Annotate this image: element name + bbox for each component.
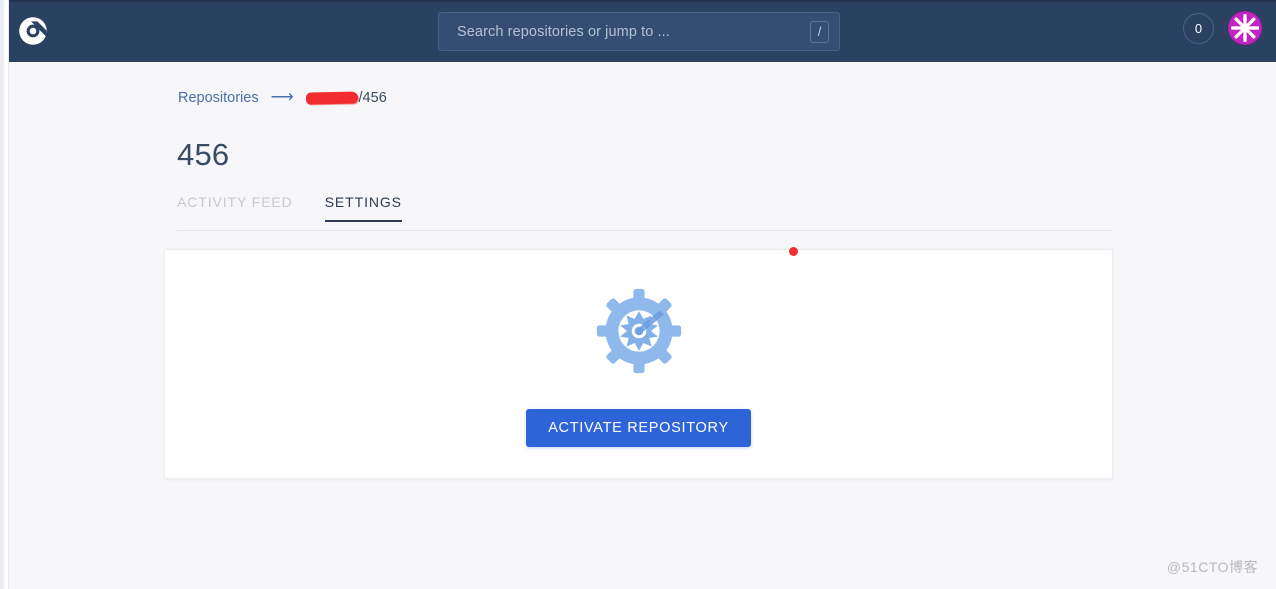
search-box[interactable]: / [438, 12, 840, 51]
redaction-mark [305, 91, 358, 105]
breadcrumb-arrow-icon: ⟶ [270, 89, 294, 106]
window-left-edge [0, 0, 9, 589]
tab-bar: ACTIVITY FEED SETTINGS [177, 194, 1113, 231]
activate-repository-button[interactable]: ACTIVATE REPOSITORY [526, 408, 751, 447]
window-left-scroll-strip [0, 0, 4, 589]
top-navigation-bar: / 0 [0, 0, 1276, 62]
red-dot-marker [789, 247, 798, 256]
watermark: @51CTO博客 [1166, 559, 1258, 575]
topnav-right-group: 0 [1183, 11, 1262, 45]
search-shortcut-badge: / [810, 20, 829, 43]
settings-card-body: ACTIVATE REPOSITORY [165, 250, 1112, 478]
gear-icon [596, 288, 682, 379]
tab-settings[interactable]: SETTINGS [324, 194, 403, 222]
breadcrumb-repositories-link[interactable]: Repositories [178, 90, 259, 106]
breadcrumb-current-label: /456 [358, 90, 387, 106]
search-input[interactable] [455, 22, 810, 41]
main-content: Repositories ⟶ /456 456 ACTIVITY FEED SE… [0, 62, 1276, 589]
build-count-badge[interactable]: 0 [1183, 12, 1214, 44]
breadcrumb: Repositories ⟶ /456 [178, 89, 387, 107]
tab-activity-feed[interactable]: ACTIVITY FEED [177, 194, 293, 221]
drone-logo-icon[interactable] [16, 14, 50, 48]
breadcrumb-current: /456 [305, 90, 387, 106]
app-root: / 0 [0, 0, 1276, 589]
topnav-top-divider [0, 0, 1276, 2]
search-container: / [438, 12, 840, 51]
avatar[interactable] [1228, 11, 1262, 45]
settings-empty-state-card: ACTIVATE REPOSITORY [164, 249, 1113, 479]
page-title: 456 [177, 137, 230, 172]
